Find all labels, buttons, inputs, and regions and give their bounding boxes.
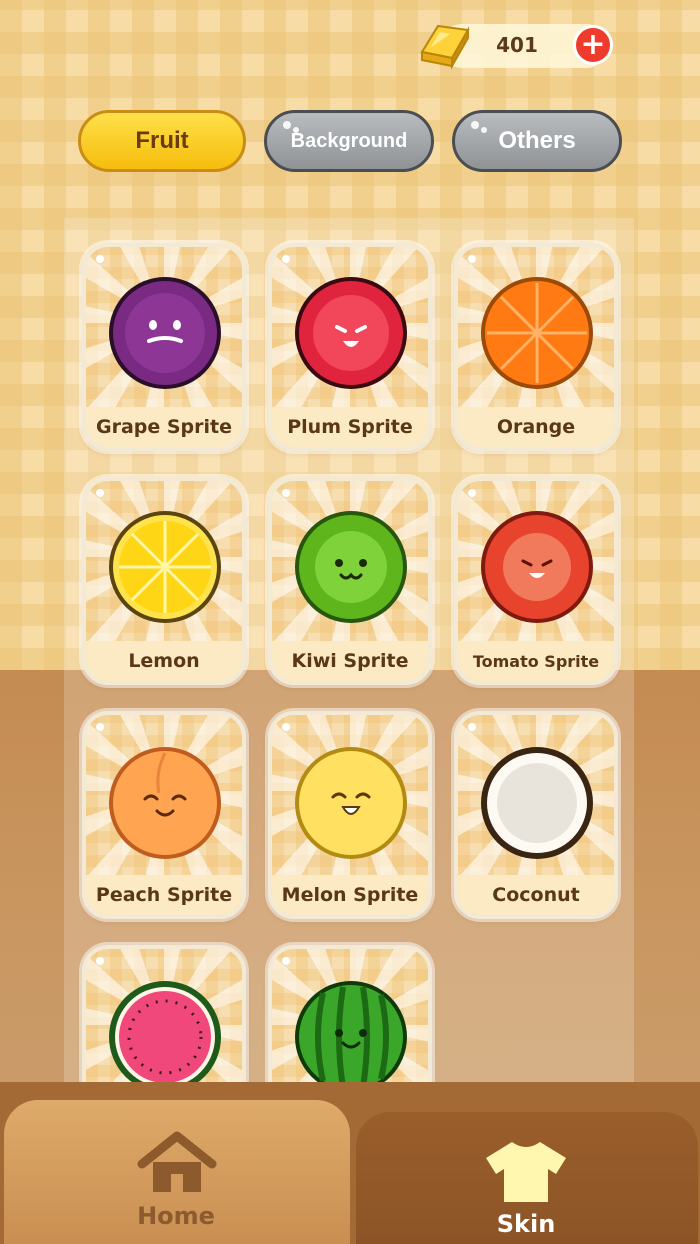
watermelon-sprite-icon xyxy=(295,981,407,1093)
nav-skin-label: Skin xyxy=(496,1210,556,1238)
tab-fruit-label: Fruit xyxy=(135,127,189,154)
gloss-dot xyxy=(468,489,476,497)
tomato-sprite-icon xyxy=(481,511,593,623)
currency-amount: 401 xyxy=(496,33,538,57)
gold-bar-icon xyxy=(420,24,470,70)
gloss-dot xyxy=(283,121,291,129)
skin-card-plum-sprite[interactable]: Plum Sprite xyxy=(268,243,432,451)
gloss-dot xyxy=(96,957,104,965)
peach-sprite-icon xyxy=(109,747,221,859)
skin-card-label: Grape Sprite xyxy=(86,407,242,447)
gloss-dot xyxy=(282,723,290,731)
skin-card-label: Peach Sprite xyxy=(86,875,242,915)
lemon-icon xyxy=(109,511,221,623)
skin-card-melon-sprite[interactable]: Melon Sprite xyxy=(268,711,432,919)
nav-home-label: Home xyxy=(137,1202,215,1230)
plum-sprite-icon xyxy=(295,277,407,389)
skin-card-kiwi-sprite[interactable]: Kiwi Sprite xyxy=(268,477,432,685)
skin-card-peach-sprite[interactable]: Peach Sprite xyxy=(82,711,246,919)
gloss-dot xyxy=(282,489,290,497)
skin-card-tomato-sprite[interactable]: Tomato Sprite xyxy=(454,477,618,685)
gloss-dot xyxy=(96,255,104,263)
skin-card-grape-sprite[interactable]: Grape Sprite xyxy=(82,243,246,451)
gloss-dot xyxy=(468,723,476,731)
nav-skin-button[interactable]: Skin xyxy=(356,1112,698,1244)
coconut-icon xyxy=(481,747,593,859)
tshirt-icon xyxy=(486,1142,566,1202)
gloss-dot xyxy=(282,255,290,263)
tab-fruit[interactable]: Fruit xyxy=(78,110,246,172)
watermelon-slice-icon xyxy=(109,981,221,1093)
skin-card-orange[interactable]: Orange xyxy=(454,243,618,451)
tab-background-label: Background xyxy=(290,129,408,152)
melon-sprite-icon xyxy=(295,747,407,859)
kiwi-sprite-icon xyxy=(295,511,407,623)
gloss-dot xyxy=(96,489,104,497)
add-currency-button[interactable]: + xyxy=(573,25,613,65)
skin-card-label: Plum Sprite xyxy=(272,407,428,447)
skin-card-label: Tomato Sprite xyxy=(458,641,614,681)
gloss-dot xyxy=(471,121,479,129)
orange-icon xyxy=(481,277,593,389)
skin-card-label: Lemon xyxy=(86,641,242,681)
skin-card-coconut[interactable]: Coconut xyxy=(454,711,618,919)
skin-card-lemon[interactable]: Lemon xyxy=(82,477,246,685)
gloss-dot xyxy=(96,723,104,731)
house-icon xyxy=(137,1131,217,1192)
gloss-dot xyxy=(468,255,476,263)
nav-home-button[interactable]: Home xyxy=(4,1100,350,1244)
tab-background[interactable]: Background xyxy=(264,110,434,172)
gloss-dot xyxy=(282,957,290,965)
tab-others-label: Others xyxy=(498,127,576,154)
tab-others[interactable]: Others xyxy=(452,110,622,172)
skin-card-label: Orange xyxy=(458,407,614,447)
gloss-dot xyxy=(293,127,299,133)
gloss-dot xyxy=(481,127,487,133)
skin-card-label: Melon Sprite xyxy=(272,875,428,915)
skin-card-label: Kiwi Sprite xyxy=(272,641,428,681)
grape-sprite-icon xyxy=(109,277,221,389)
skin-card-label: Coconut xyxy=(458,875,614,915)
